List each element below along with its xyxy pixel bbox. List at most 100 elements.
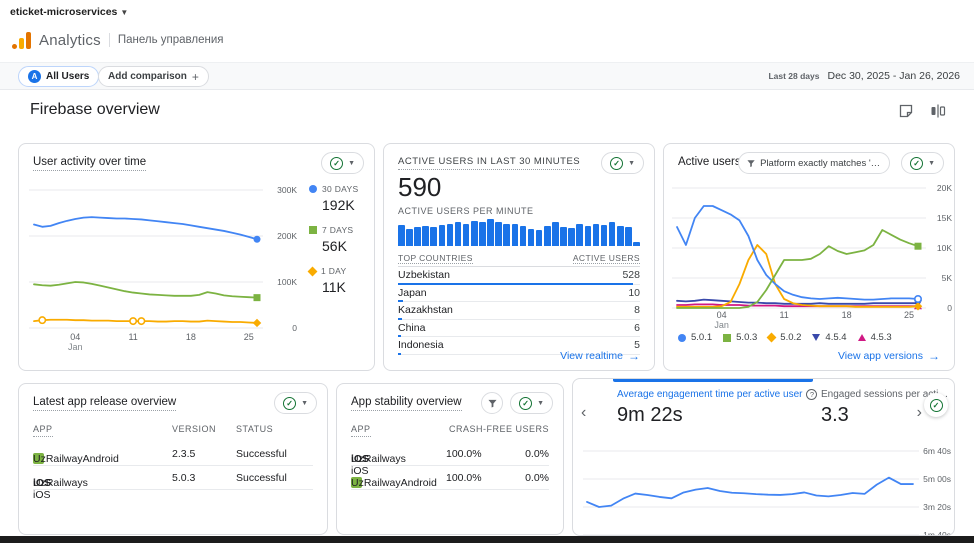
y-axis: 6m 40s5m 00s3m 20s1m 40s — [921, 443, 951, 536]
divider — [109, 33, 110, 47]
date-range-picker[interactable]: Last 28 days Dec 30, 2025 - Jan 26, 2026 — [768, 70, 960, 82]
y-axis: 300K200K100K0 — [265, 186, 297, 336]
all-users-segment-chip[interactable]: A All Users — [18, 66, 99, 87]
minute-bar — [495, 222, 502, 246]
chevron-right-icon[interactable]: › — [917, 405, 922, 421]
country-users: 10 — [628, 287, 640, 299]
legend-current-value: 11K — [322, 279, 358, 295]
legend-current-value: 56K — [322, 238, 358, 254]
legend-marker-icon — [678, 334, 686, 342]
add-comparison-chip[interactable]: Add comparison + — [98, 66, 209, 87]
col-app: APP — [351, 424, 371, 437]
legend-label: 30 DAYS — [322, 184, 358, 194]
legend-label: 4.5.3 — [871, 332, 892, 343]
platform-filter-chip[interactable]: Platform exactly matches 'and... — [738, 152, 890, 174]
chevron-down-icon: ▼ — [120, 8, 128, 17]
add-comparison-label: Add comparison — [108, 71, 187, 82]
tab-label: Average engagement time per active user — [617, 389, 802, 400]
chart-status-menu[interactable]: ✓ ▼ — [274, 392, 317, 414]
user-activity-chart — [29, 186, 263, 336]
active-users-count: 590 — [398, 172, 441, 203]
legend-marker-icon — [723, 334, 731, 342]
y-axis-label: 15K — [926, 213, 952, 223]
minute-bar — [593, 224, 600, 246]
country-name: Uzbekistan — [398, 269, 450, 281]
dashboard-section-title: Панель управления — [118, 34, 224, 46]
crash-free-pct: 100.0% — [446, 448, 482, 460]
y-axis-label: 3m 20s — [921, 502, 951, 512]
compare-reports-icon[interactable] — [930, 103, 946, 119]
minute-bar — [414, 227, 421, 246]
y-axis: 20K15K10K5K0 — [926, 184, 952, 314]
minute-bar — [512, 224, 519, 246]
minute-bar — [544, 226, 551, 246]
app-bar: Analytics Панель управления — [12, 31, 223, 49]
note-icon[interactable] — [898, 103, 914, 119]
legend-item: 30 DAYS192K — [309, 184, 358, 213]
view-realtime-link[interactable]: View realtime → — [560, 349, 640, 363]
legend-label: 7 DAYS — [322, 225, 353, 235]
table-row[interactable]: iOS UzRailways iOS 100.0% 0.0% — [351, 442, 549, 466]
app-version: 2.3.5 — [172, 448, 195, 460]
arrow-right-icon: → — [928, 349, 940, 363]
project-switcher[interactable]: eticket-microservices ▼ — [10, 6, 128, 18]
chart-status-menu[interactable]: ✓ ▼ — [901, 152, 944, 174]
x-axis-label: 11 — [121, 332, 145, 342]
x-axis: 04Jan111825 — [29, 332, 263, 354]
legend-item: 5.0.3 — [723, 332, 757, 343]
chart-status-menu[interactable]: ✓ ▼ — [601, 152, 644, 174]
app-name: UzRailwayAndroid — [33, 453, 119, 465]
minute-bar — [609, 222, 616, 246]
analytics-logo-icon — [12, 31, 31, 49]
filter-bar: A All Users Add comparison + Last 28 day… — [0, 62, 974, 90]
minute-bar — [447, 224, 454, 246]
chart-status-menu[interactable]: ✓ ▼ — [510, 392, 553, 414]
minute-bar — [576, 224, 583, 246]
minute-bar — [585, 226, 592, 246]
table-row[interactable]: UzRailwayAndroid 100.0% 0.0% — [351, 466, 549, 490]
minute-bar — [503, 224, 510, 246]
release-card: Latest app release overview ✓ ▼ APP VERS… — [18, 383, 328, 535]
minute-bar — [568, 228, 575, 246]
y-axis-label: 300K — [265, 185, 297, 195]
table-row[interactable]: iOS UzRailways iOS 5.0.3 Successful — [33, 466, 313, 490]
chevron-down-icon: ▼ — [537, 400, 544, 407]
metric-value: 9m 22s — [617, 404, 817, 427]
title-metric[interactable]: Active users — [678, 156, 741, 168]
country-users: 528 — [622, 269, 640, 281]
country-row[interactable]: Kazakhstan 8 — [398, 302, 640, 320]
legend-marker-icon — [309, 226, 317, 234]
y-axis-label: 0 — [265, 323, 297, 333]
per-minute-bar-chart — [398, 218, 640, 246]
chart-status-menu[interactable]: ✓ ▼ — [321, 152, 364, 174]
tab-avg-engagement-time[interactable]: Average engagement time per active user … — [617, 389, 817, 427]
table-row[interactable]: UzRailwayAndroid 2.3.5 Successful — [33, 442, 313, 466]
legend-label: 5.0.3 — [736, 332, 757, 343]
country-users: 8 — [634, 304, 640, 316]
help-icon[interactable]: ? — [806, 389, 817, 400]
y-axis-label: 200K — [265, 231, 297, 241]
country-name: Kazakhstan — [398, 304, 453, 316]
x-axis-label: 25 — [897, 310, 921, 320]
country-name: Indonesia — [398, 339, 444, 351]
app-version-card: Active users▼ by App version Platform ex… — [663, 143, 955, 371]
country-row[interactable]: China 6 — [398, 320, 640, 338]
country-name: China — [398, 322, 425, 334]
legend-item: 4.5.4 — [812, 332, 846, 343]
minute-bar — [633, 242, 640, 246]
col-crash-free: CRASH-FREE USERS — [449, 424, 549, 434]
country-row[interactable]: Uzbekistan 528 — [398, 267, 640, 285]
chevron-left-icon[interactable]: ‹ — [581, 405, 586, 421]
chart-status-button[interactable]: ✓ — [924, 393, 948, 417]
minute-bar — [520, 226, 527, 246]
realtime-card: ACTIVE USERS IN LAST 30 MINUTES ✓ ▼ 590 … — [383, 143, 655, 371]
plus-icon: + — [192, 70, 199, 84]
check-circle-icon: ✓ — [283, 397, 296, 410]
legend-marker-icon — [858, 334, 866, 341]
filter-button[interactable] — [481, 392, 503, 414]
view-app-versions-link[interactable]: View app versions → — [838, 349, 940, 363]
funnel-icon — [747, 159, 755, 168]
country-row[interactable]: Japan 10 — [398, 285, 640, 303]
filter-chip-label: Platform exactly matches 'and... — [760, 158, 881, 169]
minute-bar — [617, 226, 624, 246]
